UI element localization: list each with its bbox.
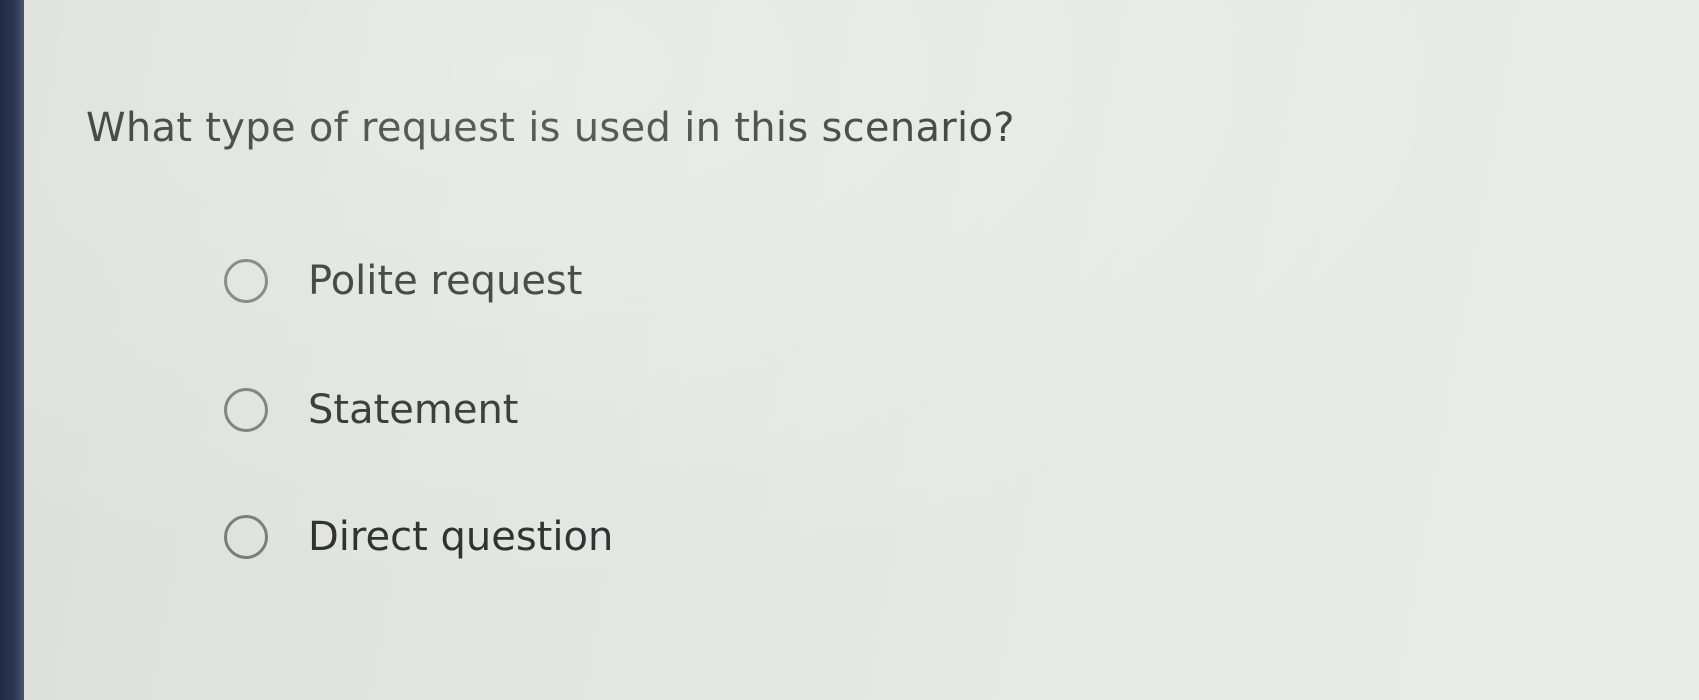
radio-button[interactable]: [224, 388, 268, 432]
quiz-panel: What type of request is used in this sce…: [24, 0, 1699, 700]
option-label: Statement: [308, 387, 519, 433]
screen-bezel: [0, 0, 24, 700]
option-polite-request[interactable]: Polite request: [224, 258, 582, 304]
question-text: What type of request is used in this sce…: [86, 105, 1015, 151]
option-label: Direct question: [308, 514, 614, 560]
option-statement[interactable]: Statement: [224, 387, 519, 433]
option-label: Polite request: [308, 258, 583, 304]
radio-button[interactable]: [224, 259, 268, 303]
radio-button[interactable]: [224, 515, 268, 559]
option-direct-question[interactable]: Direct question: [224, 514, 613, 560]
